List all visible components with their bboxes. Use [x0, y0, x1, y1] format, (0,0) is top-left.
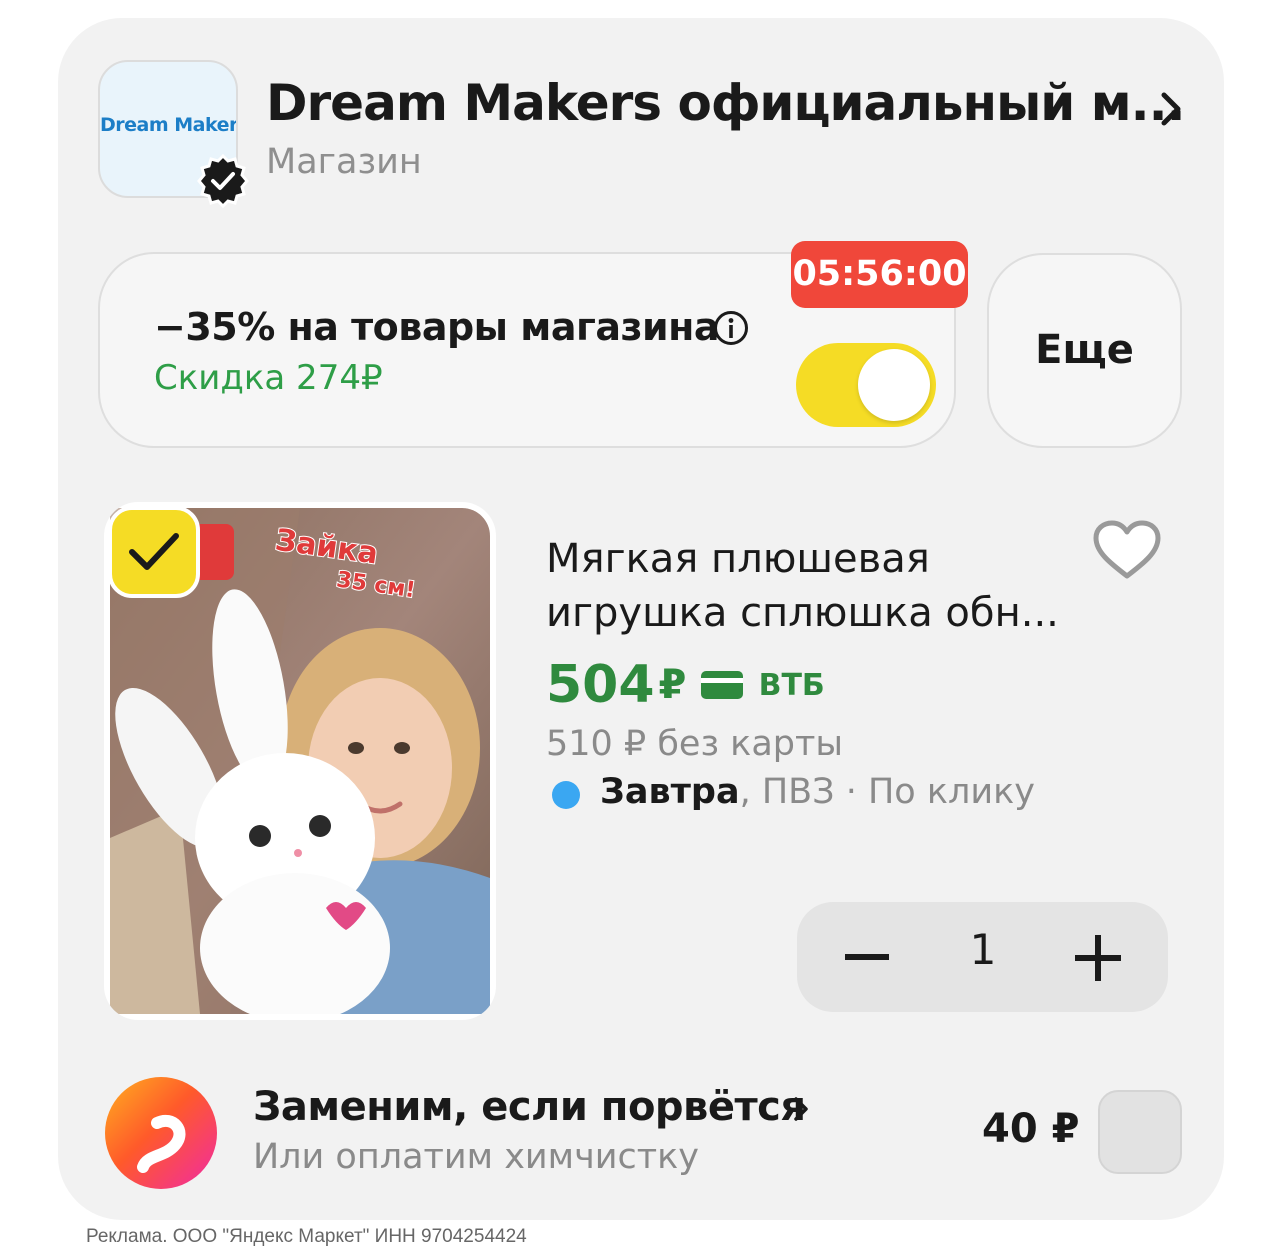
shop-type-label: Магазин	[266, 142, 422, 182]
increase-quantity-button[interactable]	[1075, 935, 1121, 981]
product-price: 504	[546, 655, 655, 715]
ad-disclaimer: Реклама. ООО "Яндекс Маркет" ИНН 9704254…	[86, 1226, 527, 1247]
quantity-value: 1	[969, 925, 997, 974]
shop-logo-text: Dream Makers	[100, 114, 238, 136]
bank-name: ВТБ	[758, 667, 825, 703]
favorite-heart-icon[interactable]	[1090, 518, 1164, 582]
delivery-details: , ПВЗ · По клику	[739, 772, 1035, 812]
promo-discount-amount: Скидка 274₽	[154, 358, 383, 398]
shop-name[interactable]: Dream Makers официальный м...	[266, 74, 1186, 132]
bank-card-icon	[701, 671, 744, 699]
product-title[interactable]: Мягкая плюшевая игрушка сплюшка обн...	[546, 532, 1066, 640]
product-select-checkbox[interactable]	[108, 506, 200, 598]
delivery-day: Завтра	[600, 772, 740, 812]
more-button[interactable]: Еще	[987, 253, 1182, 448]
price-currency: ₽	[658, 662, 687, 708]
chevron-right-icon[interactable]	[792, 1096, 810, 1122]
insurance-title[interactable]: Заменим, если порвётся	[253, 1084, 806, 1130]
toggle-knob	[858, 349, 930, 421]
price-row: 504 ₽ ВТБ	[546, 655, 825, 719]
verified-badge-icon	[197, 154, 249, 208]
promo-timer-badge: 05:56:00	[791, 241, 968, 308]
insurance-price: 40 ₽	[982, 1106, 1080, 1152]
delivery-status-dot	[552, 781, 580, 809]
insurance-checkbox[interactable]	[1098, 1090, 1182, 1174]
price-without-card: 510 ₽ без карты	[546, 724, 844, 764]
insurance-subtitle: Или оплатим химчистку	[253, 1137, 699, 1177]
info-icon[interactable]	[713, 310, 749, 346]
decrease-quantity-button[interactable]	[845, 954, 889, 960]
delivery-info: Завтра, ПВЗ · По клику	[600, 772, 1035, 812]
chevron-right-icon[interactable]	[1155, 90, 1187, 128]
checkmark-icon	[129, 533, 179, 570]
promo-title: −35% на товары магазина	[154, 305, 720, 349]
insurance-logo-icon	[105, 1077, 217, 1189]
